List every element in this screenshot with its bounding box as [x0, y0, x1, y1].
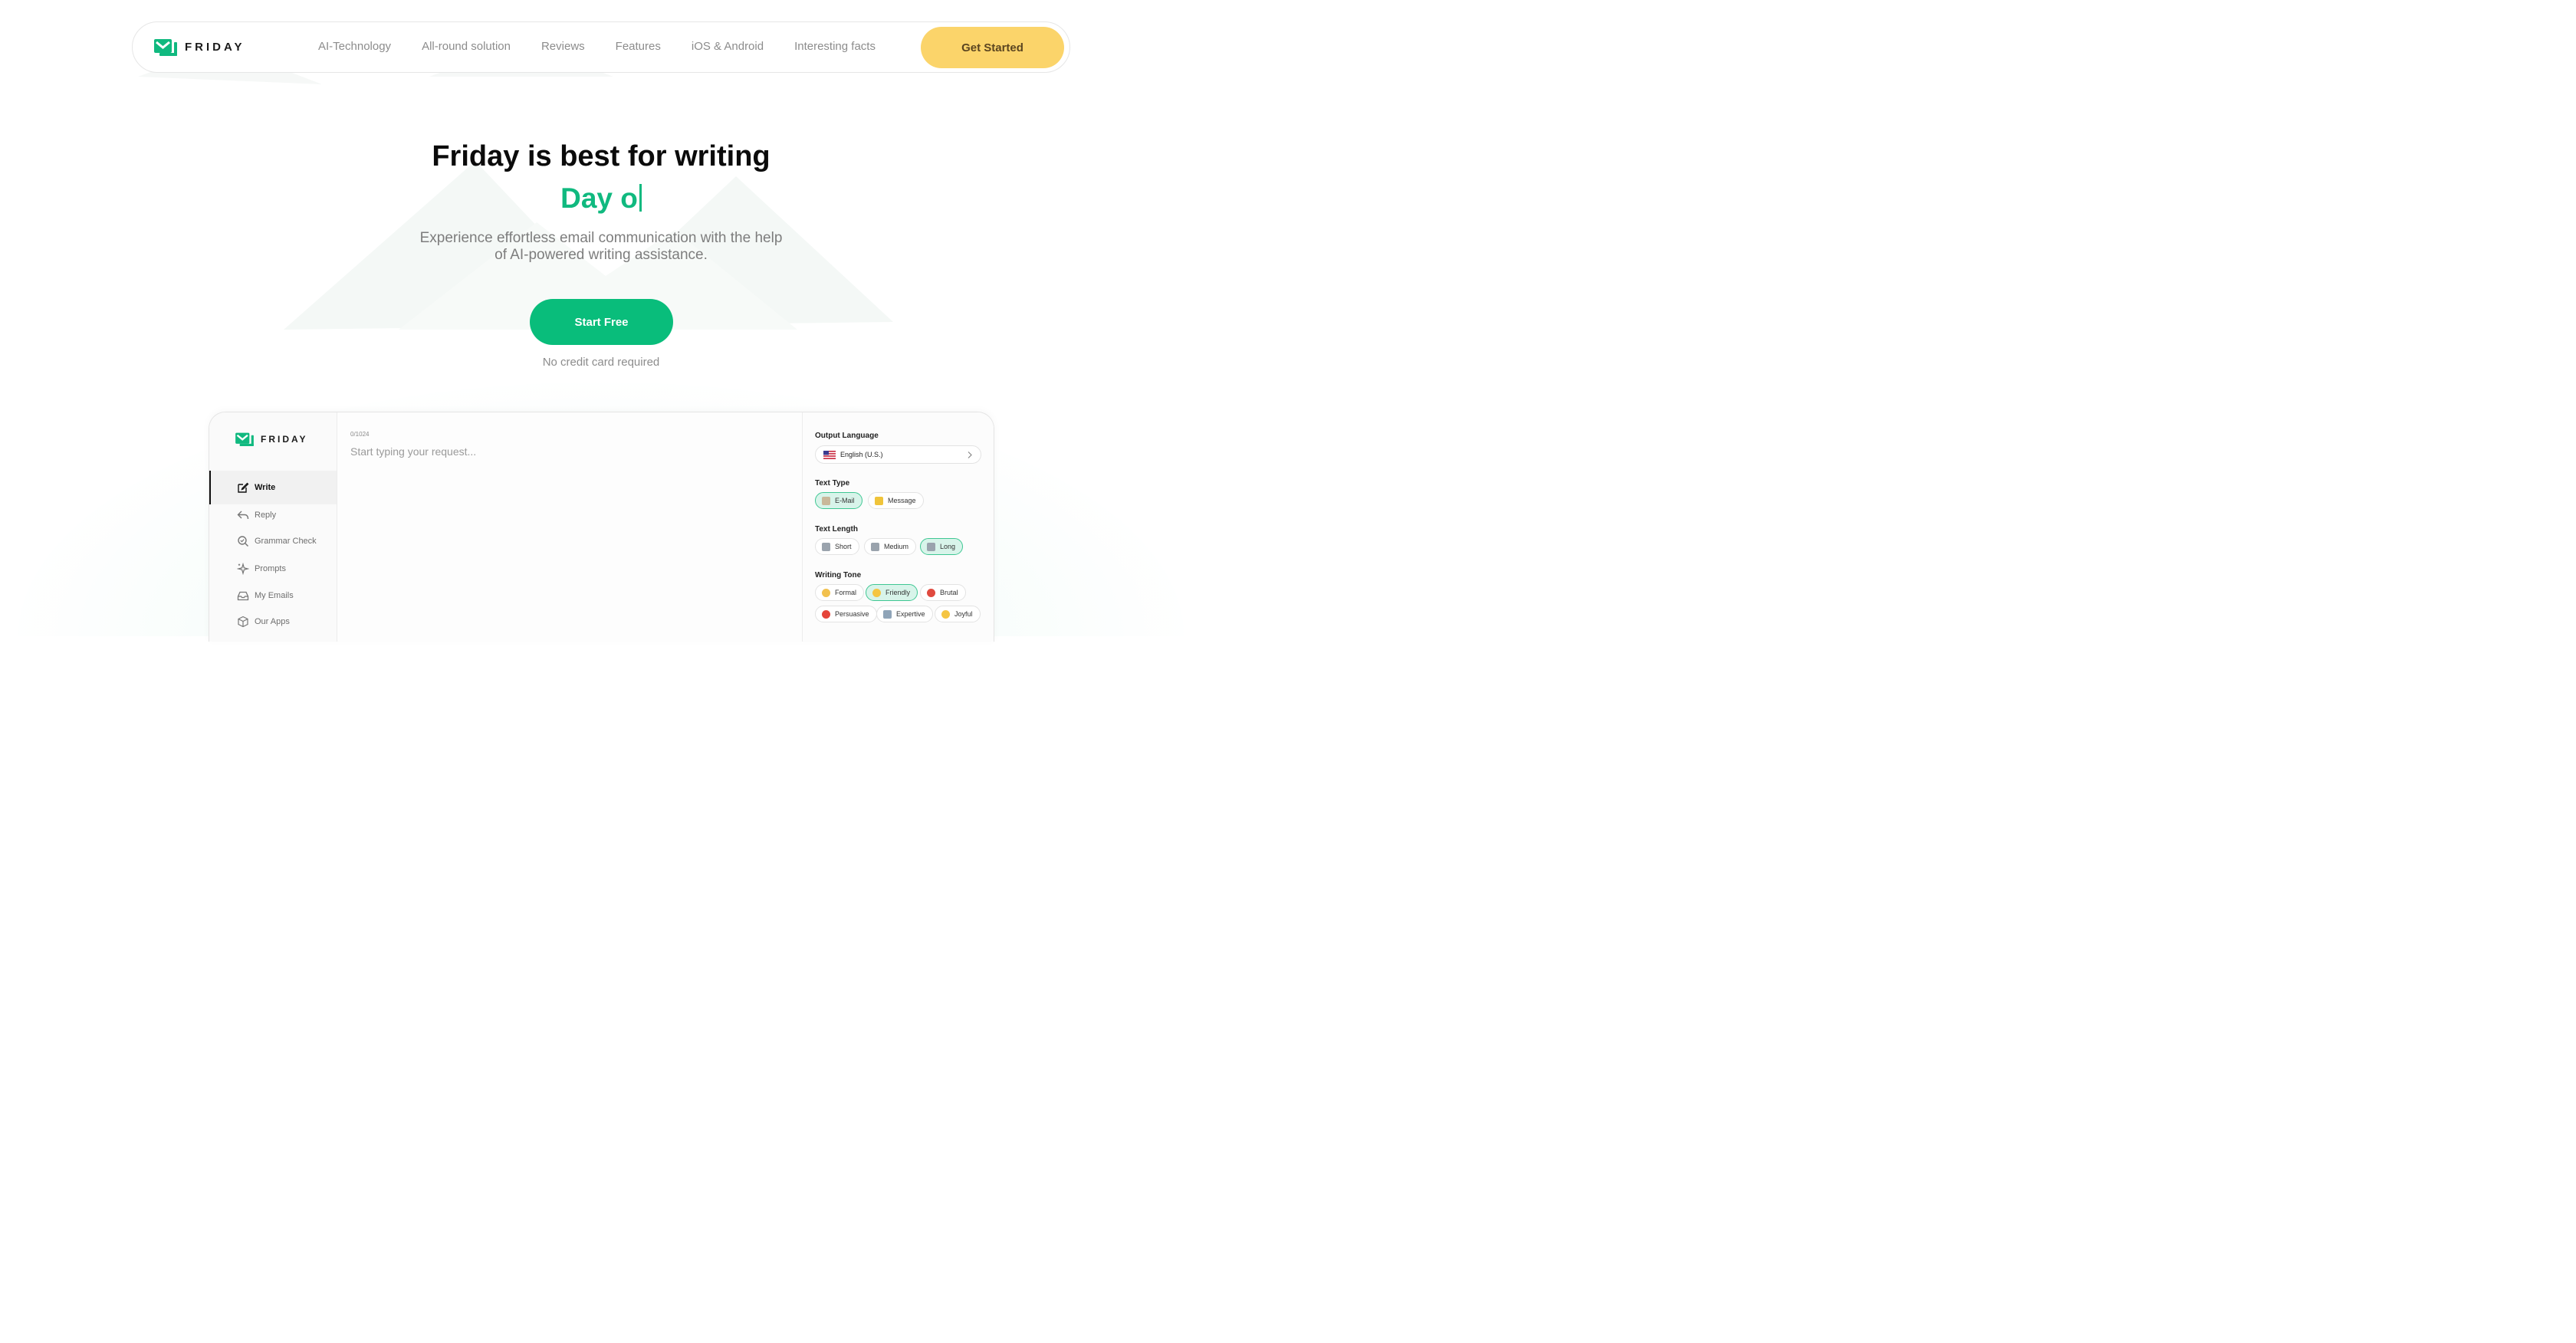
- sparkle-icon: [237, 563, 249, 575]
- tone-brutal-chip[interactable]: Brutal: [920, 584, 966, 601]
- sidebar-item-label: Grammar Check: [255, 537, 317, 546]
- output-language-label: Output Language: [815, 432, 879, 440]
- text-length-short-chip[interactable]: Short: [815, 538, 859, 555]
- text-length-label: Text Length: [815, 525, 858, 534]
- sidebar-item-label: My Emails: [255, 591, 294, 600]
- sidebar-item-label: Write: [255, 483, 276, 492]
- nav-link-interesting-facts[interactable]: Interesting facts: [794, 40, 876, 53]
- chip-label: Formal: [835, 589, 857, 596]
- nav-link-ios-android[interactable]: iOS & Android: [692, 40, 764, 53]
- settings-panel: Output Language English (U.S.) Text Type…: [802, 412, 994, 642]
- long-arrows-icon: [927, 542, 935, 551]
- cube-icon: [238, 616, 248, 628]
- text-length-long-chip[interactable]: Long: [920, 538, 964, 555]
- short-arrows-icon: [822, 542, 830, 551]
- nav-links: AI-Technology All-round solution Reviews…: [318, 40, 906, 53]
- tone-expertive-chip[interactable]: Expertive: [876, 606, 933, 622]
- chip-label: Friendly: [886, 589, 911, 596]
- tone-joyful-chip[interactable]: Joyful: [935, 606, 981, 622]
- output-language-select[interactable]: English (U.S.): [815, 445, 981, 464]
- chevron-right-icon: [968, 451, 972, 458]
- text-length-medium-chip[interactable]: Medium: [864, 538, 917, 555]
- tone-formal-chip[interactable]: Formal: [815, 584, 865, 601]
- editor-panel: 0/1024: [337, 412, 802, 642]
- text-type-label: Text Type: [815, 479, 850, 488]
- no-credit-card-note: No credit card required: [542, 356, 660, 369]
- nav-link-features[interactable]: Features: [616, 40, 661, 53]
- medium-arrows-icon: [871, 542, 879, 551]
- nav-link-reviews[interactable]: Reviews: [541, 40, 585, 53]
- chip-label: Medium: [884, 543, 909, 550]
- sidebar-item-our-apps[interactable]: Our Apps: [209, 605, 337, 639]
- request-input[interactable]: [350, 443, 780, 460]
- chip-label: Joyful: [955, 610, 973, 618]
- chip-label: Message: [888, 497, 916, 504]
- friday-logo-wordmark: FRIDAY: [185, 40, 245, 54]
- writing-tone-label: Writing Tone: [815, 571, 862, 580]
- smiling-face-icon: [872, 588, 881, 597]
- friday-logo[interactable]: FRIDAY: [154, 38, 245, 56]
- start-free-button[interactable]: Start Free: [530, 299, 673, 345]
- output-language-value: English (U.S.): [840, 451, 883, 458]
- app-sidebar: FRIDAY Write Reply Grammar Check Prompts…: [209, 412, 337, 642]
- chip-label: Expertive: [896, 610, 925, 618]
- hero-typed-word: Day o: [560, 182, 638, 214]
- hero-typed-text: Day o: [0, 182, 1202, 215]
- microscope-icon: [883, 609, 892, 619]
- chip-label: Short: [835, 543, 852, 550]
- chip-label: E-Mail: [835, 497, 855, 504]
- chip-label: Persuasive: [835, 610, 869, 618]
- writing-hand-icon: [875, 496, 883, 505]
- monocle-face-icon: [822, 588, 830, 597]
- typing-caret: [639, 184, 642, 212]
- app-logo-icon: [235, 432, 254, 446]
- us-flag-icon: [823, 450, 836, 459]
- reply-icon: [237, 511, 249, 520]
- get-started-button[interactable]: Get Started: [921, 27, 1064, 68]
- chip-label: Long: [940, 543, 956, 550]
- target-icon: [822, 609, 830, 619]
- inbox-icon: [237, 591, 249, 601]
- envelope-icon: [822, 496, 830, 505]
- text-type-message-chip[interactable]: Message: [868, 492, 924, 509]
- hero-subtitle: Experience effortless email communicatio…: [0, 230, 1202, 264]
- laughing-face-icon: [941, 609, 950, 619]
- nav-link-all-round-solution[interactable]: All-round solution: [422, 40, 511, 53]
- app-logo-wordmark: FRIDAY: [261, 433, 308, 445]
- angry-face-icon: [927, 588, 935, 597]
- chip-label: Brutal: [940, 589, 958, 596]
- sidebar-item-label: Our Apps: [255, 617, 290, 626]
- friday-logo-icon: [154, 39, 177, 56]
- hero-title: Friday is best for writing: [432, 140, 770, 172]
- sidebar-item-label: Reply: [255, 511, 277, 520]
- sidebar-item-label: Prompts: [255, 564, 286, 573]
- hero-subtitle-line-1: Experience effortless email communicatio…: [419, 230, 783, 246]
- tone-persuasive-chip[interactable]: Persuasive: [815, 606, 877, 622]
- nav-link-ai-technology[interactable]: AI-Technology: [318, 40, 391, 53]
- tone-friendly-chip[interactable]: Friendly: [866, 584, 918, 601]
- app-logo[interactable]: FRIDAY: [235, 432, 308, 446]
- app-preview: FRIDAY Write Reply Grammar Check Prompts…: [209, 412, 994, 642]
- character-counter: 0/1024: [350, 431, 370, 438]
- text-type-email-chip[interactable]: E-Mail: [815, 492, 863, 509]
- magnify-check-icon: [238, 536, 249, 547]
- hero-subtitle-line-2: of AI-powered writing assistance.: [495, 247, 708, 263]
- top-nav: FRIDAY AI-Technology All-round solution …: [132, 21, 1070, 73]
- edit-icon: [238, 482, 249, 493]
